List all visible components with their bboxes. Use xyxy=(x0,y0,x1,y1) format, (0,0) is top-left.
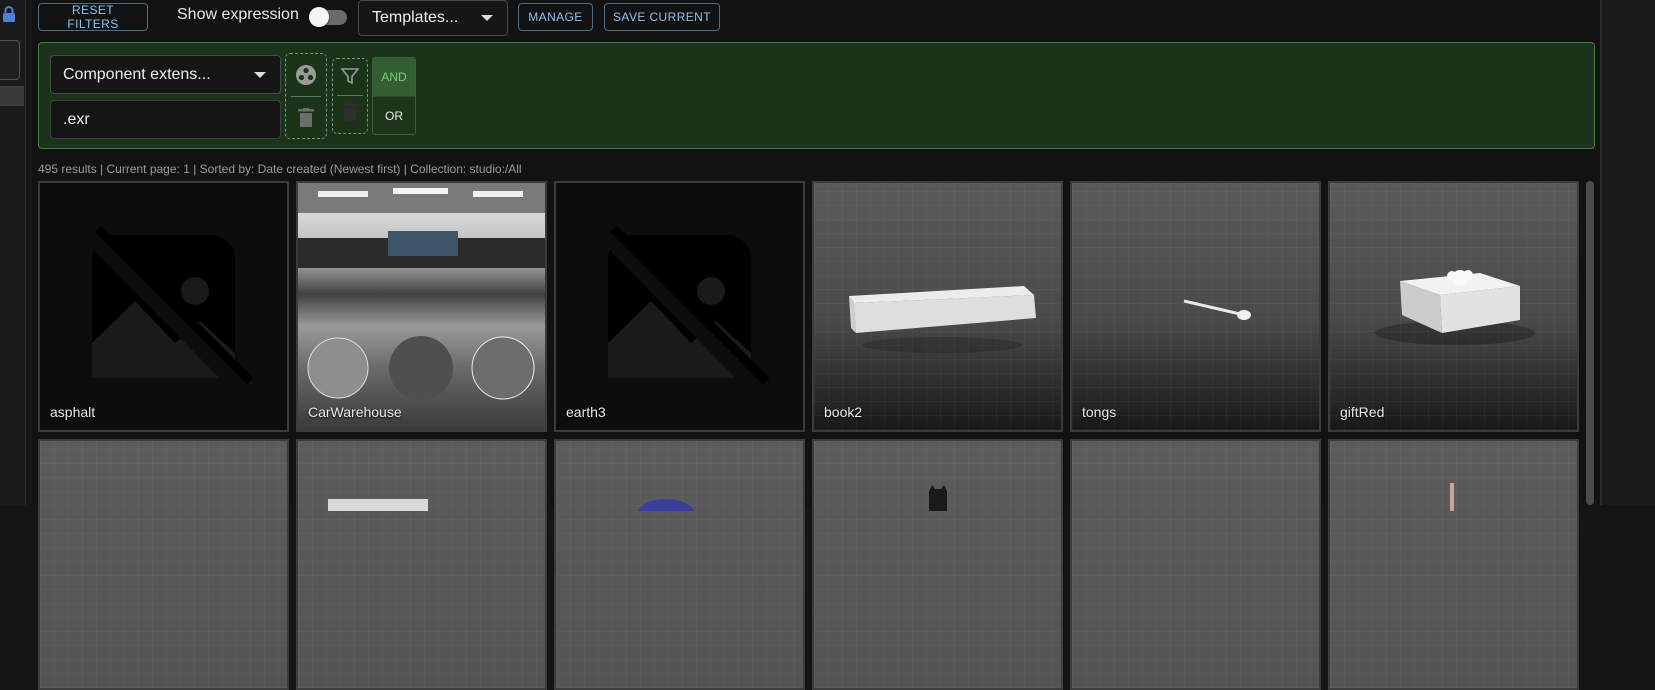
side-selected-item[interactable] xyxy=(0,86,24,106)
chevron-down-icon xyxy=(481,15,493,21)
filter-value-input[interactable]: .exr xyxy=(50,100,281,139)
show-expression-toggle[interactable] xyxy=(309,7,347,27)
divider xyxy=(337,95,363,96)
side-panel-box[interactable] xyxy=(0,40,20,80)
toggle-knob xyxy=(309,7,329,27)
asset-card[interactable] xyxy=(296,439,547,690)
asset-card[interactable] xyxy=(812,439,1063,690)
asset-card[interactable] xyxy=(38,439,289,690)
render-figure xyxy=(814,441,1061,688)
asset-card-earth3[interactable]: earth3 xyxy=(554,181,805,432)
render-gift xyxy=(1330,183,1577,430)
save-current-button[interactable]: SAVE CURRENT xyxy=(604,3,720,31)
asset-card-book2[interactable]: book2 xyxy=(812,181,1063,432)
no-image-icon xyxy=(40,183,287,430)
show-expression-label: Show expression xyxy=(177,6,299,23)
lock-icon[interactable] xyxy=(2,6,16,22)
chevron-down-icon xyxy=(254,71,266,78)
asset-card[interactable] xyxy=(1070,439,1321,690)
group-icon[interactable] xyxy=(295,64,317,86)
render-tongs xyxy=(1072,183,1319,430)
filter-icon[interactable] xyxy=(341,67,359,85)
filter-value-text: .exr xyxy=(63,110,90,128)
trash-icon[interactable] xyxy=(298,108,314,127)
render-grey xyxy=(1072,441,1319,688)
asset-name: earth3 xyxy=(566,404,606,420)
asset-name: giftRed xyxy=(1340,404,1385,420)
render-grey xyxy=(40,441,287,688)
and-or-toggle: AND OR xyxy=(372,57,416,135)
no-image-icon xyxy=(556,183,803,430)
templates-select[interactable]: Templates... xyxy=(358,0,508,36)
right-panel xyxy=(1600,0,1655,505)
filter-field-value: Component extens... xyxy=(63,65,211,83)
scrollbar-thumb[interactable] xyxy=(1586,181,1594,505)
trash-icon[interactable] xyxy=(343,103,357,121)
render-blue xyxy=(556,441,803,688)
filter-field-select[interactable]: Component extens... xyxy=(50,55,281,94)
asset-card-tongs[interactable]: tongs xyxy=(1070,181,1321,432)
asset-card-giftred[interactable]: giftRed xyxy=(1328,181,1579,432)
asset-card[interactable] xyxy=(554,439,805,690)
and-button[interactable]: AND xyxy=(373,58,415,97)
results-status: 495 results | Current page: 1 | Sorted b… xyxy=(38,162,522,176)
templates-select-value: Templates... xyxy=(372,9,459,26)
asset-grid: asphalt CarWarehouse earth3 book2 tongs … xyxy=(38,181,1580,690)
divider xyxy=(291,96,321,97)
reset-filters-button[interactable]: RESET FILTERS xyxy=(38,3,148,31)
group-actions xyxy=(332,58,368,134)
or-button[interactable]: OR xyxy=(373,97,415,134)
asset-card[interactable] xyxy=(1328,439,1579,690)
asset-card-carwarehouse[interactable]: CarWarehouse xyxy=(296,181,547,432)
asset-name: asphalt xyxy=(50,404,96,420)
left-side-strip xyxy=(0,0,26,505)
filter-row-actions xyxy=(285,53,327,139)
asset-name: book2 xyxy=(824,404,863,420)
hdri-preview-image xyxy=(298,183,545,430)
asset-card-asphalt[interactable]: asphalt xyxy=(38,181,289,432)
asset-name: tongs xyxy=(1082,404,1117,420)
render-box xyxy=(298,441,545,688)
asset-name: CarWarehouse xyxy=(308,404,402,420)
render-book xyxy=(814,183,1061,430)
grid-scrollbar[interactable] xyxy=(1586,181,1594,505)
manage-button[interactable]: MANAGE xyxy=(518,3,593,31)
render-stick xyxy=(1330,441,1577,688)
